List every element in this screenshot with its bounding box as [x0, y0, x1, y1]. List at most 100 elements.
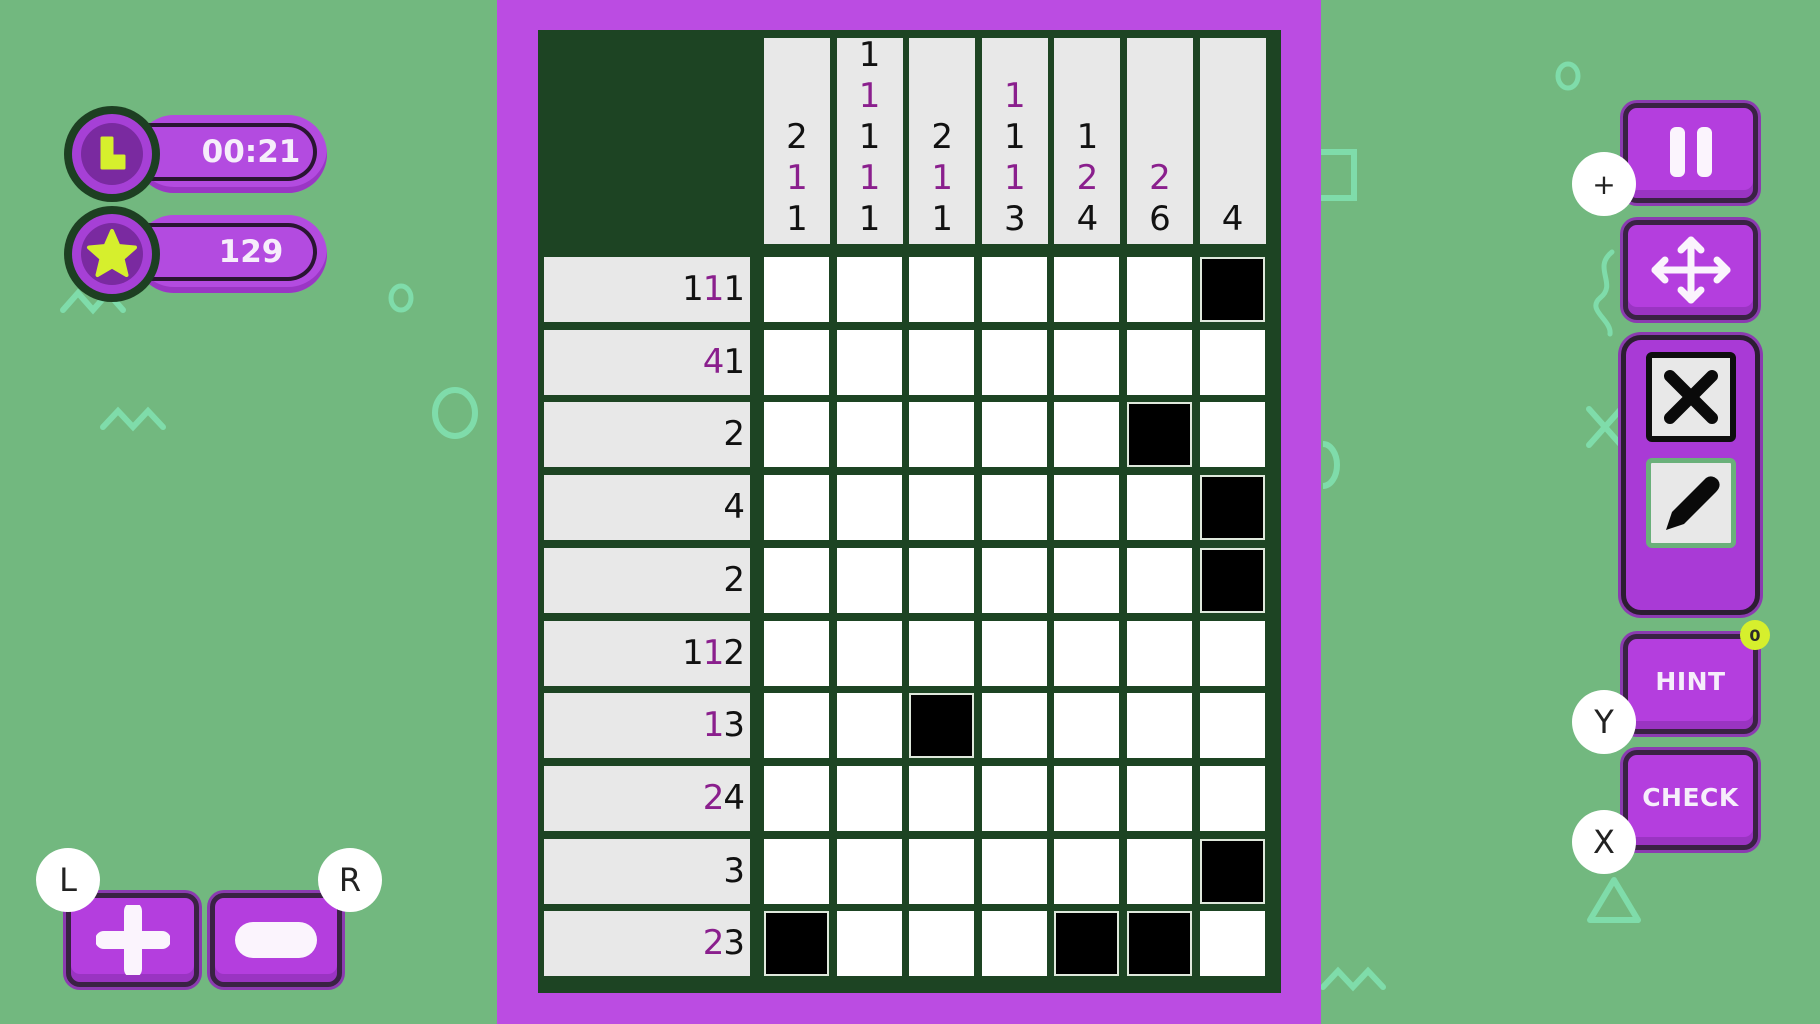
grid-cell-filled[interactable] — [1054, 911, 1120, 977]
grid-cell-empty[interactable] — [1127, 765, 1192, 831]
grid-cell-empty[interactable] — [1054, 329, 1120, 395]
grid-cell-filled[interactable] — [1199, 475, 1265, 541]
grid-cell-empty[interactable] — [836, 693, 902, 759]
grid-cell-empty[interactable] — [981, 475, 1047, 541]
grid-cell-empty[interactable] — [1199, 620, 1265, 686]
clue-number: 3 — [1003, 199, 1026, 239]
grid-cell-empty[interactable] — [1199, 402, 1265, 468]
grid-cell-empty[interactable] — [909, 911, 975, 977]
grid-cell-empty[interactable] — [981, 693, 1047, 759]
grid-cell-empty[interactable] — [1054, 765, 1120, 831]
hint-count-badge: 0 — [1740, 620, 1770, 650]
clue-number: 2 — [786, 117, 808, 157]
grid-cell-empty[interactable] — [981, 402, 1047, 468]
column-clue: 11111 — [836, 35, 903, 244]
grid-cell-empty[interactable] — [764, 257, 829, 322]
pause-button[interactable] — [1623, 103, 1758, 203]
grid-cell-empty[interactable] — [981, 620, 1047, 686]
grid-cell-empty[interactable] — [1127, 838, 1192, 904]
grid-cell-empty[interactable] — [909, 257, 975, 322]
cross-icon — [1664, 370, 1718, 424]
grid-cell-filled[interactable] — [1127, 402, 1192, 468]
grid-cell-filled[interactable] — [909, 693, 975, 759]
grid-cell-empty[interactable] — [1054, 257, 1120, 322]
grid-cell-empty[interactable] — [764, 765, 829, 831]
grid-cell-empty[interactable] — [764, 620, 829, 686]
column-clue: 1113 — [981, 38, 1048, 244]
grid-cell-empty[interactable] — [909, 838, 975, 904]
grid-cell-empty[interactable] — [836, 620, 902, 686]
grid-cell-empty[interactable] — [836, 475, 902, 541]
grid-cell-empty[interactable] — [764, 693, 829, 759]
grid-cell-empty[interactable] — [764, 329, 829, 395]
zoom-out-button[interactable] — [210, 893, 342, 987]
grid-cell-empty[interactable] — [1127, 620, 1192, 686]
grid-cell-empty[interactable] — [836, 765, 902, 831]
grid-cell-empty[interactable] — [1054, 620, 1120, 686]
zoom-in-button[interactable] — [66, 893, 199, 987]
clue-number: 1 — [723, 269, 745, 309]
clue-number: 1 — [858, 158, 881, 198]
grid-cell-empty[interactable] — [1199, 693, 1265, 759]
grid-cell-empty[interactable] — [1054, 475, 1120, 541]
column-clue: 26 — [1127, 38, 1193, 244]
grid-cell-empty[interactable] — [764, 547, 829, 613]
tool-cross-button[interactable] — [1646, 352, 1736, 442]
decor-squiggle-icon — [1590, 248, 1620, 338]
tool-pencil-button[interactable] — [1646, 458, 1736, 548]
grid-cell-empty[interactable] — [836, 838, 902, 904]
grid-cell-empty[interactable] — [1054, 547, 1120, 613]
grid-cell-empty[interactable] — [981, 257, 1047, 322]
clue-number: 4 — [702, 341, 725, 382]
grid-cell-empty[interactable] — [1054, 402, 1120, 468]
grid-cell-empty[interactable] — [1054, 693, 1120, 759]
clue-number: 6 — [1149, 199, 1171, 239]
grid-cell-empty[interactable] — [1054, 838, 1120, 904]
hint-shortcut-badge: Y — [1572, 690, 1636, 754]
grid-cell-empty[interactable] — [1199, 765, 1265, 831]
grid-cell-empty[interactable] — [909, 475, 975, 541]
grid-cell-filled[interactable] — [1199, 257, 1265, 322]
move-button[interactable] — [1623, 220, 1758, 320]
grid-cell-empty[interactable] — [981, 329, 1047, 395]
grid-cell-empty[interactable] — [981, 765, 1047, 831]
grid-cell-empty[interactable] — [764, 402, 829, 468]
grid-cell-empty[interactable] — [909, 765, 975, 831]
decor-zigzag-icon — [100, 405, 170, 433]
clue-number: 2 — [723, 559, 745, 600]
grid-cell-filled[interactable] — [1127, 911, 1192, 977]
grid-cell-empty[interactable] — [1127, 329, 1192, 395]
grid-cell-empty[interactable] — [981, 838, 1047, 904]
grid-cell-empty[interactable] — [1199, 911, 1265, 977]
row-clue: 2 — [544, 402, 750, 468]
decor-ring-icon — [387, 282, 415, 314]
check-button[interactable]: CHECK — [1623, 750, 1758, 850]
grid-cell-filled[interactable] — [1199, 547, 1265, 613]
grid-cell-empty[interactable] — [836, 402, 902, 468]
grid-cell-empty[interactable] — [764, 838, 829, 904]
grid-cell-empty[interactable] — [909, 329, 975, 395]
zoom-in-shortcut-badge: L — [36, 848, 100, 912]
clue-number: 1 — [1003, 117, 1026, 157]
grid-cell-empty[interactable] — [981, 547, 1047, 613]
grid-cell-empty[interactable] — [1199, 329, 1265, 395]
grid-cell-empty[interactable] — [1127, 693, 1192, 759]
hint-button[interactable]: HINT — [1623, 634, 1758, 734]
grid-cell-empty[interactable] — [981, 911, 1047, 977]
clue-number: 2 — [931, 117, 953, 157]
check-shortcut-badge: X — [1572, 810, 1636, 874]
grid-cell-empty[interactable] — [909, 547, 975, 613]
grid-cell-empty[interactable] — [1127, 547, 1192, 613]
grid-cell-empty[interactable] — [836, 547, 902, 613]
grid-cell-filled[interactable] — [1199, 838, 1265, 904]
grid-cell-empty[interactable] — [1127, 257, 1192, 322]
grid-cell-empty[interactable] — [764, 475, 829, 541]
grid-cell-empty[interactable] — [836, 911, 902, 977]
clue-number: 2 — [723, 632, 745, 673]
grid-cell-filled[interactable] — [764, 911, 829, 977]
grid-cell-empty[interactable] — [836, 257, 902, 322]
grid-cell-empty[interactable] — [909, 620, 975, 686]
grid-cell-empty[interactable] — [1127, 475, 1192, 541]
grid-cell-empty[interactable] — [836, 329, 902, 395]
grid-cell-empty[interactable] — [909, 402, 975, 468]
